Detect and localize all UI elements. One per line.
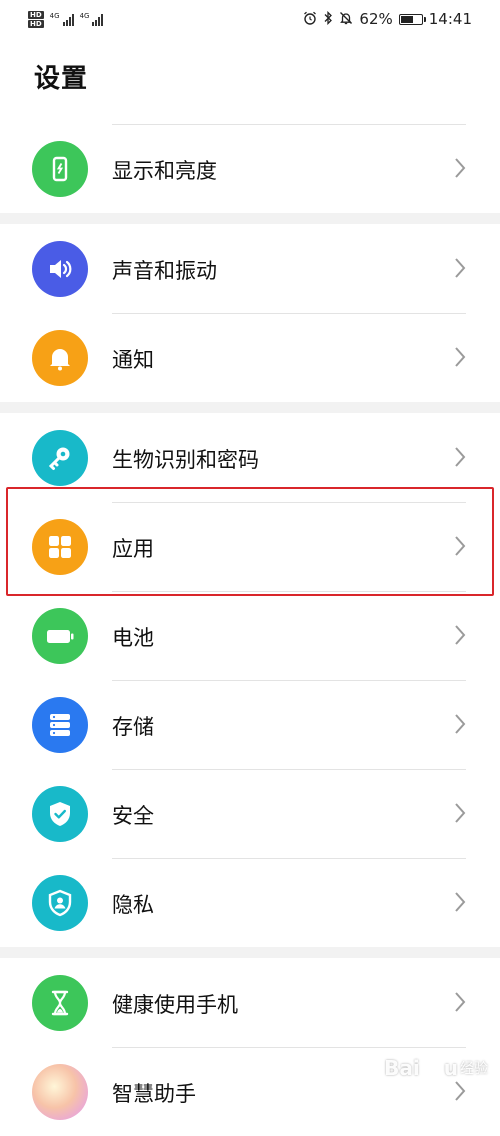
group-separator — [0, 213, 500, 224]
settings-item-biometrics[interactable]: 生物识别和密码 — [0, 413, 500, 502]
divider — [112, 591, 466, 592]
network-type-1: 4G — [49, 12, 60, 20]
settings-item-label: 健康使用手机 — [112, 993, 238, 1017]
settings-item-label: 生物识别和密码 — [112, 448, 259, 472]
divider — [112, 858, 466, 859]
group-separator — [0, 402, 500, 413]
hourglass-icon — [32, 975, 88, 1031]
status-bar-right: 62% 14:41 — [303, 10, 472, 28]
chevron-right-icon — [455, 892, 466, 912]
watermark-brand: Bai — [384, 1056, 420, 1080]
watermark-sub: 经验 — [460, 1061, 488, 1077]
chevron-right-icon — [455, 258, 466, 278]
key-icon — [32, 430, 88, 486]
signal-icon-2: 4G — [80, 12, 104, 26]
settings-item-label: 通知 — [112, 348, 154, 372]
settings-item-display[interactable]: 显示和亮度 — [0, 124, 500, 213]
bell-icon — [32, 330, 88, 386]
settings-item-label: 隐私 — [112, 893, 154, 917]
group-separator — [0, 947, 500, 958]
apps-grid-icon — [32, 519, 88, 575]
settings-item-notifications[interactable]: 通知 — [0, 313, 500, 402]
battery-icon — [398, 13, 426, 25]
settings-item-security[interactable]: 安全 — [0, 769, 500, 858]
shield-check-icon — [32, 786, 88, 842]
chevron-right-icon — [455, 992, 466, 1012]
chevron-right-icon — [455, 714, 466, 734]
watermark-brand-end: u — [443, 1056, 458, 1080]
assistant-icon — [32, 1064, 88, 1120]
battery-percent: 62% — [359, 10, 393, 28]
settings-group-4: 健康使用手机 智慧助手 — [0, 958, 500, 1136]
settings-group-2: 声音和振动 通知 — [0, 224, 500, 402]
hd-badge-1: HD — [28, 10, 44, 19]
paw-icon — [423, 1060, 440, 1076]
settings-item-apps[interactable]: 应用 — [0, 502, 500, 591]
settings-item-label: 电池 — [112, 626, 154, 650]
signal-icon-1: 4G — [50, 12, 74, 26]
divider — [112, 680, 466, 681]
divider — [112, 502, 466, 503]
status-bar: HD HD 4G 4G 62% 14:41 — [0, 0, 500, 38]
clock: 14:41 — [428, 10, 472, 28]
storage-icon — [32, 697, 88, 753]
divider — [112, 124, 466, 125]
chevron-right-icon — [455, 536, 466, 556]
divider — [112, 313, 466, 314]
settings-item-sound[interactable]: 声音和振动 — [0, 224, 500, 313]
settings-item-label: 存储 — [112, 715, 154, 739]
sound-icon — [32, 241, 88, 297]
settings-item-label: 声音和振动 — [112, 259, 217, 283]
settings-group-1: 显示和亮度 — [0, 124, 500, 213]
mute-icon — [339, 11, 353, 28]
chevron-right-icon — [455, 1081, 466, 1101]
baidu-watermark: Bai u 经验 — [384, 1056, 488, 1080]
settings-item-battery[interactable]: 电池 — [0, 591, 500, 680]
settings-item-label: 应用 — [112, 537, 154, 561]
settings-item-storage[interactable]: 存储 — [0, 680, 500, 769]
privacy-icon — [32, 875, 88, 931]
settings-item-label: 安全 — [112, 804, 154, 828]
display-icon — [32, 141, 88, 197]
settings-item-privacy[interactable]: 隐私 — [0, 858, 500, 947]
hd-badge-2: HD — [28, 19, 44, 28]
settings-item-label: 智慧助手 — [112, 1082, 196, 1106]
battery-icon — [32, 608, 88, 664]
chevron-right-icon — [455, 447, 466, 467]
chevron-right-icon — [455, 347, 466, 367]
chevron-right-icon — [455, 803, 466, 823]
page-title: 设置 — [34, 64, 89, 94]
divider — [112, 1047, 466, 1048]
chevron-right-icon — [455, 625, 466, 645]
network-type-2: 4G — [79, 12, 90, 20]
alarm-icon — [303, 11, 317, 28]
divider — [112, 769, 466, 770]
settings-item-label: 显示和亮度 — [112, 159, 217, 183]
status-bar-left: HD HD 4G 4G — [28, 10, 104, 28]
chevron-right-icon — [455, 158, 466, 178]
settings-group-3: 生物识别和密码 应用 电池 存储 安全 隐私 — [0, 413, 500, 947]
hd-badges: HD HD — [28, 10, 44, 28]
bluetooth-icon — [323, 10, 333, 28]
settings-item-digital-balance[interactable]: 健康使用手机 — [0, 958, 500, 1047]
